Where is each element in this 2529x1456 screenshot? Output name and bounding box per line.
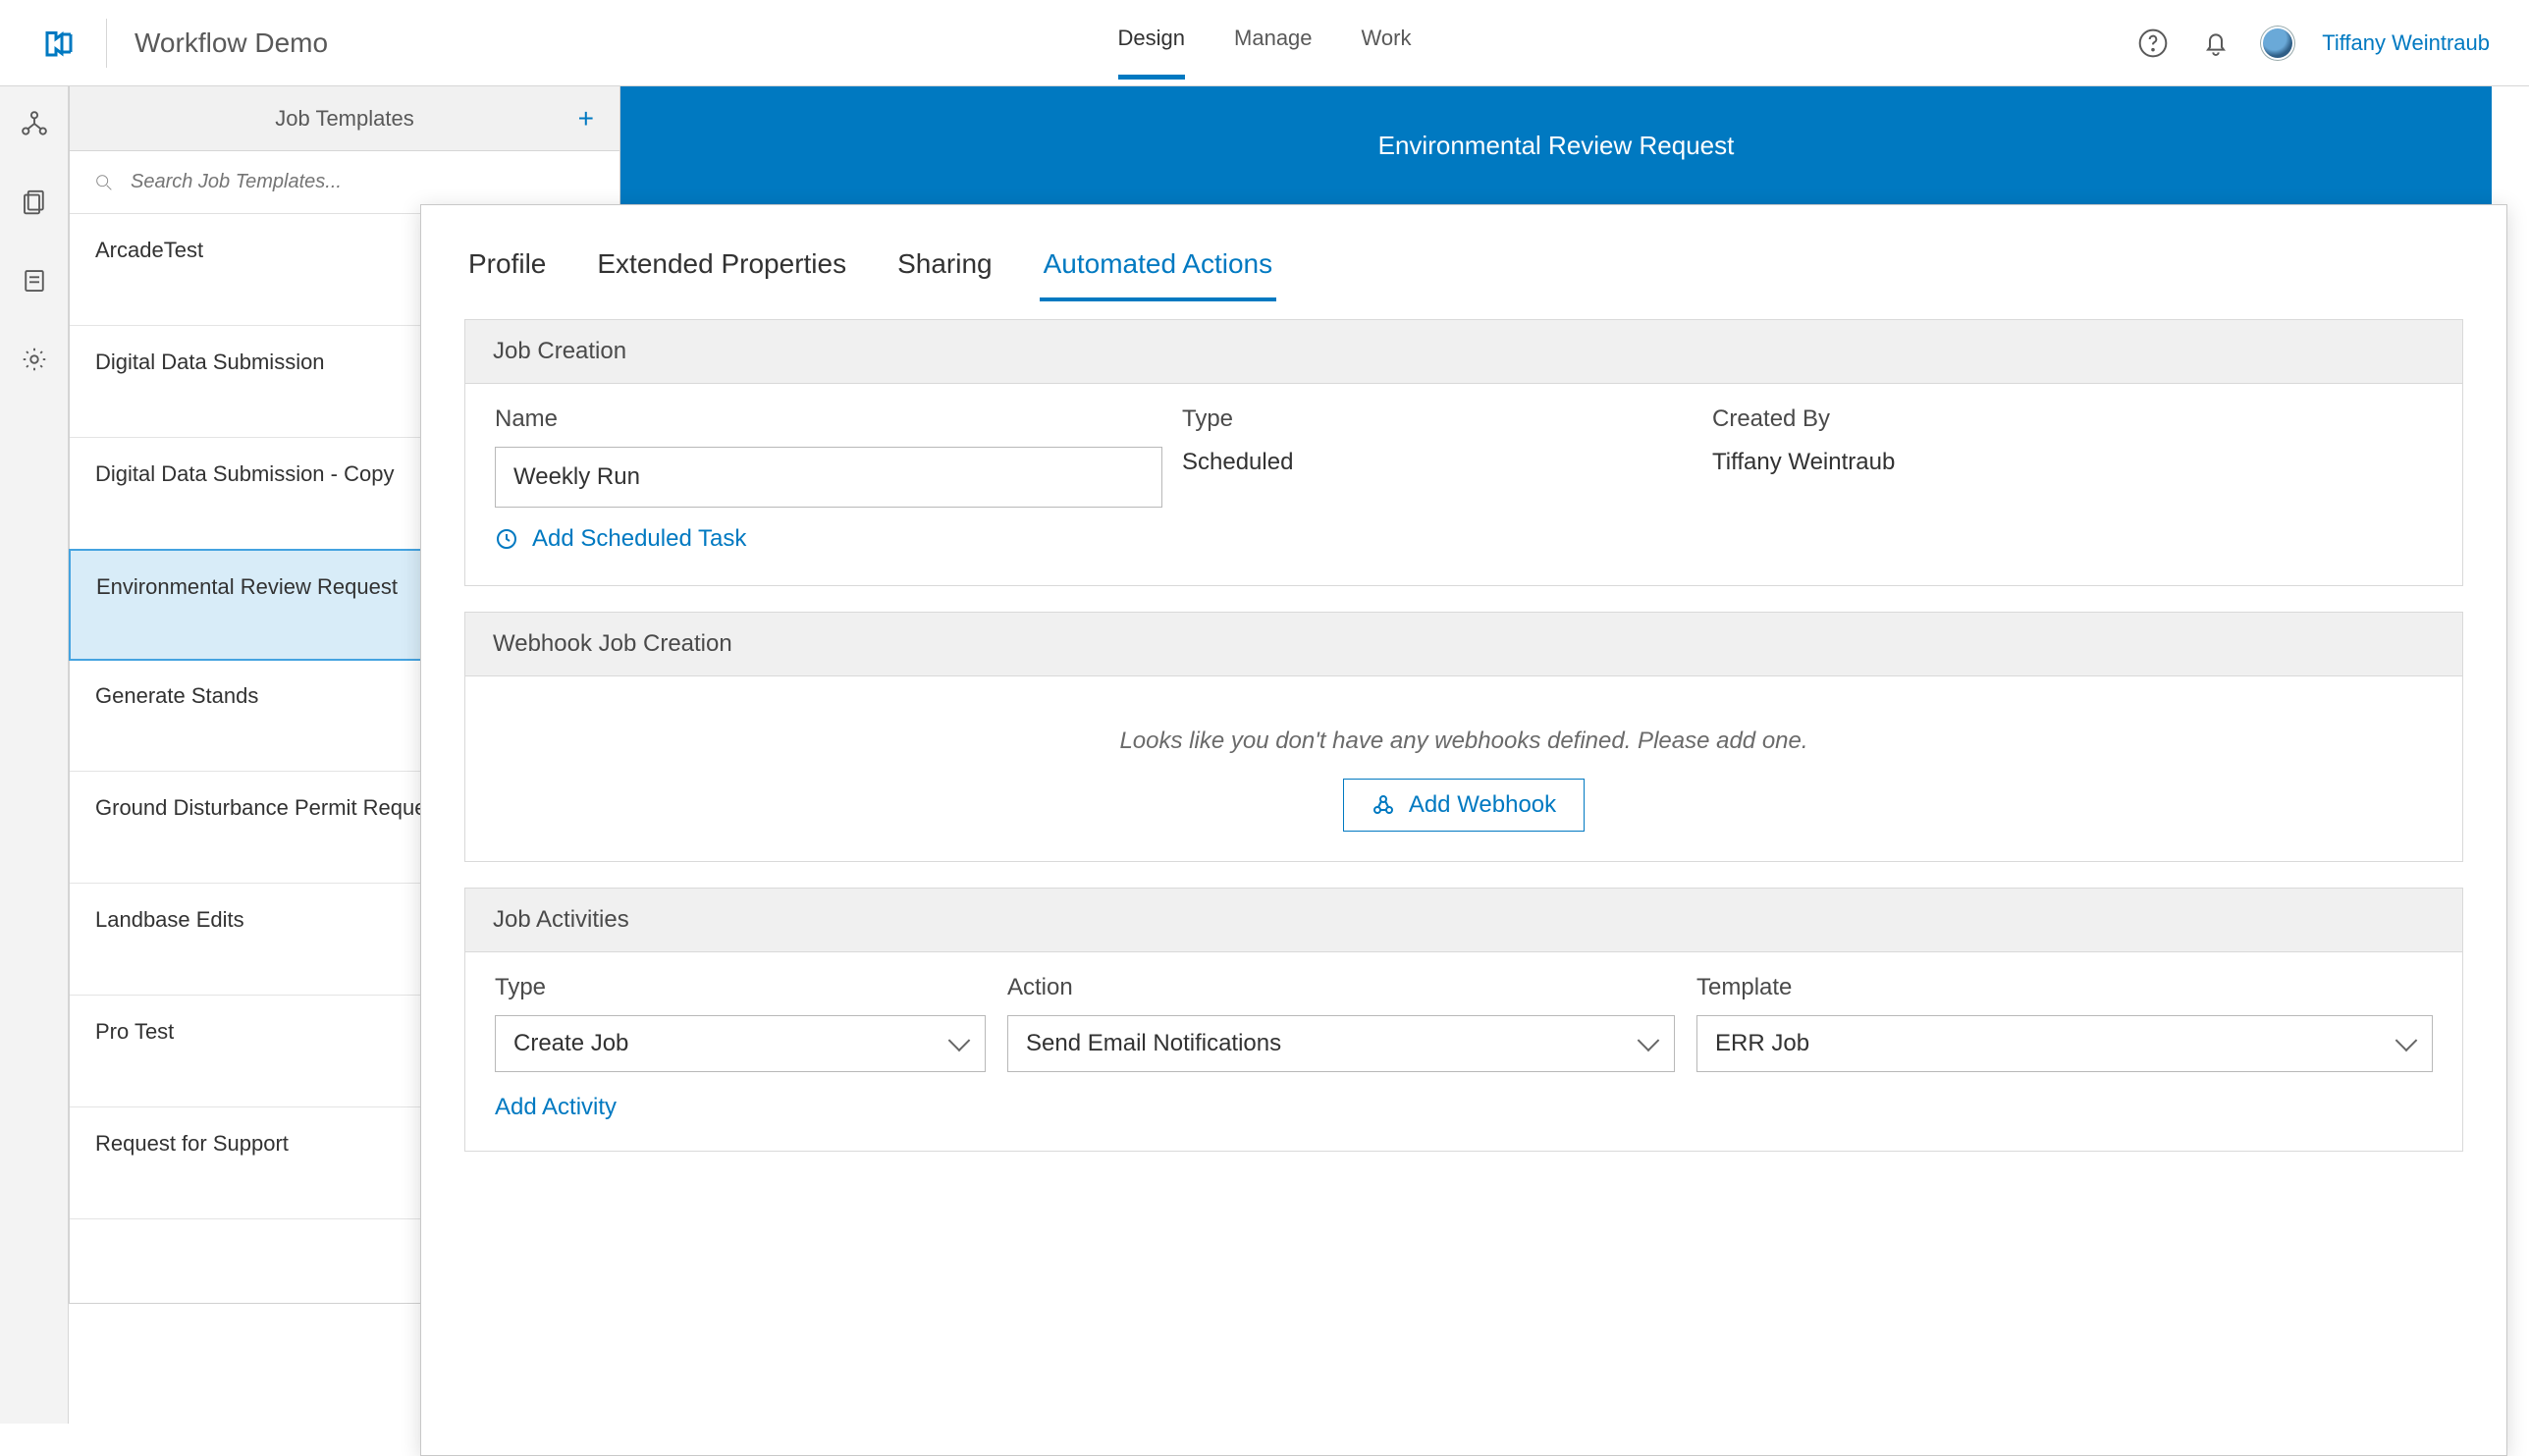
rail-notes-icon[interactable]	[17, 263, 52, 298]
activity-template-select[interactable]: ERR Job	[1696, 1015, 2433, 1072]
nav-tab-work[interactable]: Work	[1362, 26, 1412, 75]
label-created-by: Created By	[1712, 405, 2433, 433]
section-job-activities: Job Activities Type Create Job Action Se…	[464, 888, 2463, 1152]
label-name: Name	[495, 405, 1162, 433]
section-webhook: Webhook Job Creation Looks like you don'…	[464, 612, 2463, 862]
tab-profile[interactable]: Profile	[464, 239, 550, 301]
activity-action-select[interactable]: Send Email Notifications	[1007, 1015, 1675, 1072]
app-title: Workflow Demo	[135, 27, 328, 59]
job-type-value: Scheduled	[1182, 449, 1693, 476]
section-job-creation: Job Creation Name Type Scheduled Created…	[464, 319, 2463, 586]
detail-panel: Profile Extended Properties Sharing Auto…	[420, 204, 2507, 1456]
app-logo-icon	[39, 24, 79, 63]
label-activity-template: Template	[1696, 974, 2433, 1001]
help-icon[interactable]	[2135, 26, 2171, 61]
detail-tabs: Profile Extended Properties Sharing Auto…	[464, 239, 2463, 301]
job-templates-title: Job Templates	[275, 106, 413, 132]
add-template-button[interactable]: +	[578, 105, 594, 133]
activity-action-value: Send Email Notifications	[1026, 1030, 1281, 1057]
label-activity-type: Type	[495, 974, 986, 1001]
webhook-empty-message: Looks like you don't have any webhooks d…	[495, 728, 2433, 755]
section-job-activities-header: Job Activities	[465, 889, 2462, 952]
nav-tab-design[interactable]: Design	[1118, 26, 1185, 80]
job-name-input[interactable]	[495, 447, 1162, 508]
user-name-link[interactable]: Tiffany Weintraub	[2322, 30, 2490, 56]
label-activity-action: Action	[1007, 974, 1675, 1001]
add-webhook-label: Add Webhook	[1409, 791, 1556, 819]
tab-extended-properties[interactable]: Extended Properties	[593, 239, 850, 301]
activity-type-select[interactable]: Create Job	[495, 1015, 986, 1072]
clock-icon	[495, 527, 518, 551]
activity-template-value: ERR Job	[1715, 1030, 1809, 1057]
template-search-input[interactable]	[131, 171, 596, 193]
section-job-creation-header: Job Creation	[465, 320, 2462, 384]
content-banner-wrap: Environmental Review Request	[620, 86, 2492, 204]
label-type: Type	[1182, 405, 1693, 433]
rail-settings-icon[interactable]	[17, 342, 52, 377]
page-title: Environmental Review Request	[1378, 131, 1735, 161]
activity-type-value: Create Job	[513, 1030, 628, 1057]
search-icon	[93, 172, 115, 193]
user-avatar[interactable]	[2261, 27, 2294, 60]
app-header: Workflow Demo Design Manage Work Tiffany…	[0, 0, 2529, 86]
webhook-icon	[1372, 793, 1395, 817]
section-webhook-header: Webhook Job Creation	[465, 613, 2462, 676]
header-nav: Design Manage Work	[1118, 0, 1412, 86]
tab-automated-actions[interactable]: Automated Actions	[1040, 239, 1276, 301]
nav-tab-manage[interactable]: Manage	[1234, 26, 1313, 75]
add-webhook-button[interactable]: Add Webhook	[1343, 779, 1585, 832]
add-scheduled-task-label: Add Scheduled Task	[532, 525, 746, 553]
rail-diagram-icon[interactable]	[17, 106, 52, 141]
header-divider	[106, 19, 107, 68]
notifications-icon[interactable]	[2198, 26, 2233, 61]
tab-sharing[interactable]: Sharing	[893, 239, 996, 301]
left-rail	[0, 86, 69, 1424]
job-created-by-value: Tiffany Weintraub	[1712, 449, 2433, 476]
add-activity-button[interactable]: Add Activity	[495, 1094, 2433, 1121]
rail-templates-icon[interactable]	[17, 185, 52, 220]
job-templates-header: Job Templates +	[70, 86, 619, 151]
add-scheduled-task-button[interactable]: Add Scheduled Task	[495, 525, 746, 553]
page-title-banner: Environmental Review Request	[620, 86, 2492, 204]
